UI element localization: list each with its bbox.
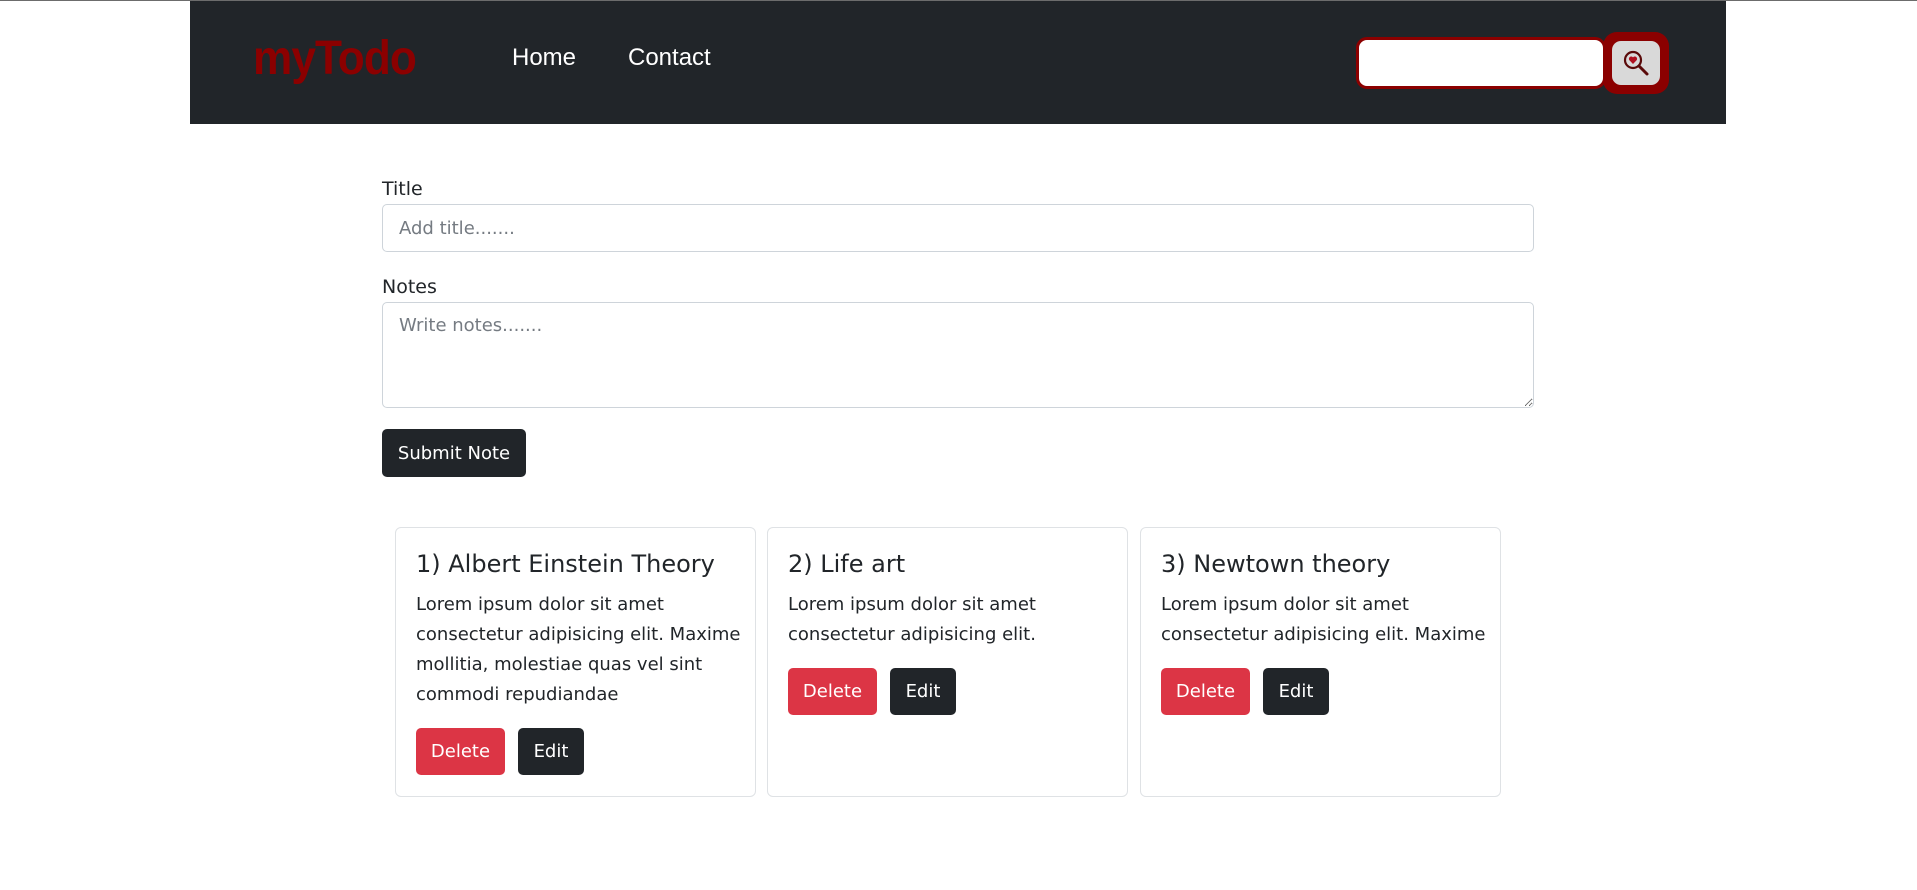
delete-button[interactable]: Delete bbox=[1161, 668, 1250, 715]
title-label: Title bbox=[382, 178, 423, 200]
notes-textarea[interactable] bbox=[382, 302, 1534, 408]
edit-button[interactable]: Edit bbox=[1263, 668, 1329, 715]
delete-button[interactable]: Delete bbox=[416, 728, 505, 775]
note-card: 1) Albert Einstein Theory Lorem ipsum do… bbox=[395, 527, 756, 797]
note-card: 2) Life art Lorem ipsum dolor sit amet c… bbox=[767, 527, 1128, 797]
note-title: 2) Life art bbox=[788, 550, 906, 578]
delete-button[interactable]: Delete bbox=[788, 668, 877, 715]
search-input[interactable] bbox=[1356, 37, 1606, 89]
note-body: Lorem ipsum dolor sit amet consectetur a… bbox=[1161, 594, 1486, 645]
note-title: 3) Newtown theory bbox=[1161, 550, 1391, 578]
nav-link-contact[interactable]: Contact bbox=[628, 44, 711, 72]
title-input[interactable] bbox=[382, 204, 1534, 252]
note-body: Lorem ipsum dolor sit amet consectetur a… bbox=[416, 594, 741, 705]
search-button-face[interactable] bbox=[1612, 41, 1660, 85]
heart-search-icon bbox=[1623, 50, 1649, 76]
note-card: 3) Newtown theory Lorem ipsum dolor sit … bbox=[1140, 527, 1501, 797]
navbar: myTodo Home Contact bbox=[190, 1, 1726, 124]
note-title: 1) Albert Einstein Theory bbox=[416, 550, 715, 578]
brand-logo[interactable]: myTodo bbox=[253, 31, 417, 86]
submit-note-button[interactable]: Submit Note bbox=[382, 429, 526, 477]
notes-label: Notes bbox=[382, 276, 437, 298]
edit-button[interactable]: Edit bbox=[890, 668, 956, 715]
edit-button[interactable]: Edit bbox=[518, 728, 584, 775]
note-body: Lorem ipsum dolor sit amet consectetur a… bbox=[788, 594, 1036, 645]
nav-link-home[interactable]: Home bbox=[512, 44, 576, 72]
search-button[interactable] bbox=[1603, 32, 1669, 94]
